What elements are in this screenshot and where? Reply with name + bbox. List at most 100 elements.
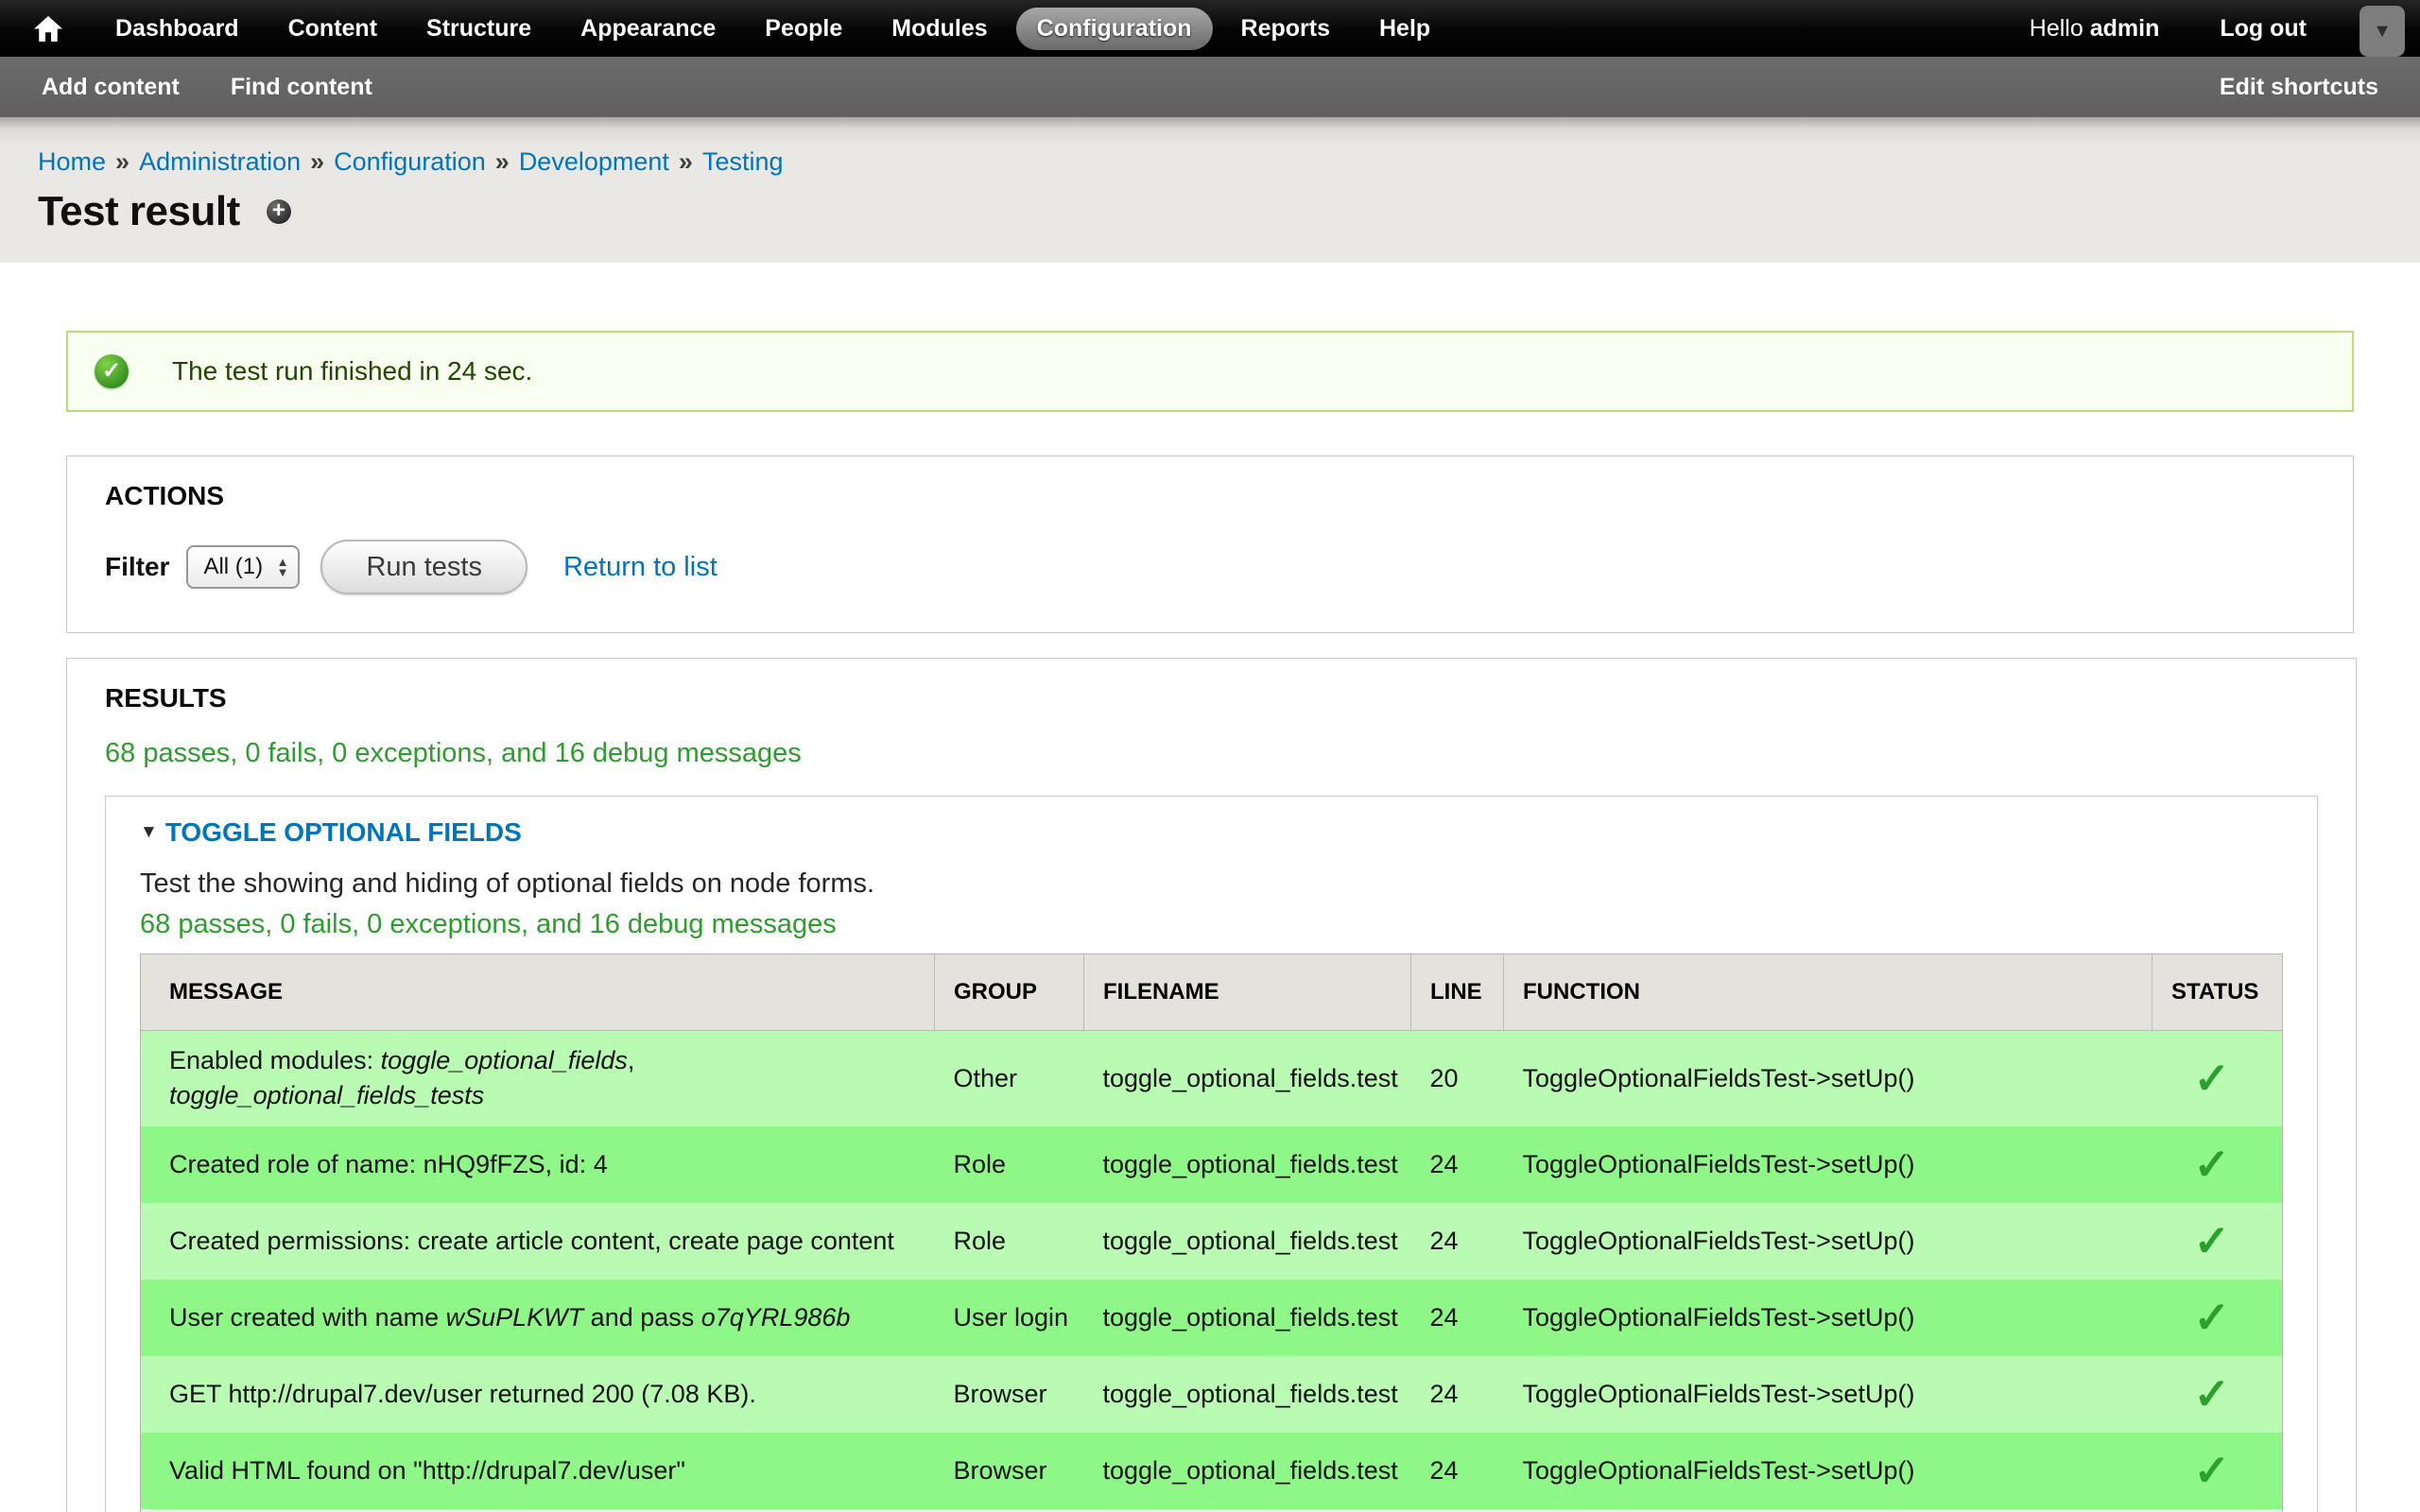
result-message-text: Valid HTML found on "http://drupal7.dev/… bbox=[169, 1456, 685, 1485]
result-status-cell: ✓ bbox=[2152, 1280, 2283, 1356]
toolbar-toggle-tab[interactable]: ▼ bbox=[2360, 6, 2405, 57]
filter-select[interactable]: All (1) ▲▼ bbox=[186, 545, 300, 589]
result-group-cell: Other bbox=[935, 1031, 1084, 1126]
breadcrumb-separator: » bbox=[115, 147, 130, 176]
result-message-cell: Created role of name: nHQ9fFZS, id: 4 bbox=[141, 1126, 935, 1203]
result-message-cell: Valid HTML found on "http://drupal7.dev/… bbox=[141, 1433, 935, 1509]
col-header-status: STATUS bbox=[2152, 954, 2283, 1031]
result-filename-cell: toggle_optional_fields.test bbox=[1084, 1280, 1411, 1356]
shortcut-bar: Add content Find content Edit shortcuts bbox=[0, 57, 2420, 117]
breadcrumb-development[interactable]: Development bbox=[519, 147, 669, 176]
result-filename-cell: toggle_optional_fields.test bbox=[1084, 1433, 1411, 1509]
filter-select-value: All (1) bbox=[203, 554, 263, 580]
result-filename-cell: toggle_optional_fields.test bbox=[1084, 1126, 1411, 1203]
result-message-text: , bbox=[628, 1046, 635, 1074]
result-status-cell bbox=[2152, 1509, 2283, 1512]
result-group-cell: Role bbox=[935, 1126, 1084, 1203]
pass-check-icon: ✓ bbox=[2194, 1446, 2231, 1495]
shortcut-add-content[interactable]: Add content bbox=[42, 74, 180, 101]
pass-check-icon: ✓ bbox=[2194, 1293, 2231, 1342]
home-icon[interactable] bbox=[34, 16, 62, 42]
result-line-cell: 20 bbox=[1411, 1031, 1504, 1126]
menu-item-modules[interactable]: Modules bbox=[871, 8, 1008, 50]
pass-check-icon: ✓ bbox=[2194, 1369, 2231, 1418]
result-line-cell: 24 bbox=[1411, 1203, 1504, 1280]
table-row: Enabled modules: toggle_optional_fields,… bbox=[141, 1031, 2283, 1126]
result-status-cell: ✓ bbox=[2152, 1126, 2283, 1203]
result-message-text: Created role of name: nHQ9fFZS, id: 4 bbox=[169, 1150, 608, 1178]
actions-legend: ACTIONS bbox=[105, 481, 2315, 511]
edit-shortcuts-link[interactable]: Edit shortcuts bbox=[2220, 74, 2378, 101]
result-status-cell: ✓ bbox=[2152, 1433, 2283, 1509]
logout-link[interactable]: Log out bbox=[2220, 15, 2307, 43]
results-fieldset: RESULTS 68 passes, 0 fails, 0 exceptions… bbox=[66, 658, 2357, 1512]
table-row: GET http://drupal7.dev/user returned 200… bbox=[141, 1356, 2283, 1433]
menu-item-structure[interactable]: Structure bbox=[406, 8, 552, 50]
result-message-text: toggle_optional_fields_tests bbox=[169, 1081, 484, 1109]
return-to-list-link[interactable]: Return to list bbox=[563, 552, 717, 583]
result-filename-cell: toggle_optional_fields.test bbox=[1084, 1031, 1411, 1126]
result-group-cell: Browser bbox=[935, 1356, 1084, 1433]
menu-item-configuration[interactable]: Configuration bbox=[1016, 8, 1213, 50]
result-group-cell: Role bbox=[935, 1203, 1084, 1280]
breadcrumb-testing[interactable]: Testing bbox=[702, 147, 784, 176]
menu-item-people[interactable]: People bbox=[744, 8, 863, 50]
result-message-text: Enabled modules: bbox=[169, 1046, 381, 1074]
test-group-fieldset: ▼ TOGGLE OPTIONAL FIELDS Test the showin… bbox=[105, 796, 2318, 1512]
menu-item-reports[interactable]: Reports bbox=[1220, 8, 1351, 50]
col-header-filename: FILENAME bbox=[1084, 954, 1411, 1031]
result-message-text: GET http://drupal7.dev/user returned 200… bbox=[169, 1380, 756, 1408]
table-row: Created role of name: nHQ9fFZS, id: 4 Rol… bbox=[141, 1126, 2283, 1203]
breadcrumb-separator: » bbox=[495, 147, 510, 176]
pass-check-icon: ✓ bbox=[2194, 1140, 2231, 1189]
menu-item-dashboard[interactable]: Dashboard bbox=[95, 8, 260, 50]
col-header-group: GROUP bbox=[935, 954, 1084, 1031]
breadcrumb-separator: » bbox=[679, 147, 693, 176]
add-shortcut-icon[interactable]: + bbox=[265, 198, 293, 226]
result-function-cell: ToggleOptionalFieldsTest->setUp() bbox=[1504, 1509, 2152, 1512]
result-status-cell: ✓ bbox=[2152, 1356, 2283, 1433]
pass-check-icon: ✓ bbox=[2194, 1054, 2231, 1103]
breadcrumb-configuration[interactable]: Configuration bbox=[334, 147, 486, 176]
status-message-text: The test run finished in 24 sec. bbox=[172, 356, 532, 387]
result-line-cell: 24 bbox=[1411, 1433, 1504, 1509]
test-group-summary: 68 passes, 0 fails, 0 exceptions, and 16… bbox=[140, 909, 2283, 940]
page-title: Test result bbox=[38, 188, 240, 235]
table-row: Valid HTML found on "http://drupal7.dev/… bbox=[141, 1433, 2283, 1509]
table-row: Created permissions: create article cont… bbox=[141, 1203, 2283, 1280]
result-filename-cell: toggle_optional_fields.test bbox=[1084, 1203, 1411, 1280]
status-ok-icon: ✓ bbox=[95, 354, 129, 388]
menu-item-help[interactable]: Help bbox=[1358, 8, 1451, 50]
result-message-text: toggle_optional_fields bbox=[381, 1046, 628, 1074]
pass-check-icon: ✓ bbox=[2194, 1216, 2231, 1265]
result-message-text: wSuPLKWT bbox=[446, 1303, 584, 1332]
table-header-row: MESSAGE GROUP FILENAME LINE FUNCTION STA… bbox=[141, 954, 2283, 1031]
result-function-cell: ToggleOptionalFieldsTest->setUp() bbox=[1504, 1356, 2152, 1433]
shortcut-find-content[interactable]: Find content bbox=[231, 74, 372, 101]
menu-item-content[interactable]: Content bbox=[268, 8, 398, 50]
result-message-cell: Verbose message bbox=[141, 1509, 935, 1512]
result-function-cell: ToggleOptionalFieldsTest->setUp() bbox=[1504, 1280, 2152, 1356]
result-filename-cell: toggle_optional_fields.test bbox=[1084, 1509, 1411, 1512]
result-status-cell: ✓ bbox=[2152, 1203, 2283, 1280]
test-group-description: Test the showing and hiding of optional … bbox=[140, 868, 2283, 900]
col-header-function: FUNCTION bbox=[1504, 954, 2152, 1031]
result-message-cell: User created with name wSuPLKWT and pass… bbox=[141, 1280, 935, 1356]
menu-item-appearance[interactable]: Appearance bbox=[560, 8, 736, 50]
result-line-cell: 24 bbox=[1411, 1509, 1504, 1512]
result-group-cell: Browser bbox=[935, 1433, 1084, 1509]
col-header-message: MESSAGE bbox=[141, 954, 935, 1031]
actions-fieldset: ACTIONS Filter All (1) ▲▼ Run tests Retu… bbox=[66, 455, 2354, 633]
run-tests-button[interactable]: Run tests bbox=[320, 540, 527, 594]
collapse-arrow-icon: ▼ bbox=[140, 822, 158, 843]
result-message-text: o7qYRL986b bbox=[701, 1303, 851, 1332]
result-message-text: User created with name bbox=[169, 1303, 446, 1332]
result-status-cell: ✓ bbox=[2152, 1031, 2283, 1126]
username: admin bbox=[2090, 15, 2160, 42]
breadcrumb-home[interactable]: Home bbox=[38, 147, 106, 176]
result-message-text: and pass bbox=[583, 1303, 701, 1332]
home-icon-glyph bbox=[34, 16, 62, 42]
greeting-text: Hello admin bbox=[2030, 15, 2160, 43]
test-group-title-link[interactable]: TOGGLE OPTIONAL FIELDS bbox=[165, 817, 522, 848]
breadcrumb-administration[interactable]: Administration bbox=[139, 147, 301, 176]
